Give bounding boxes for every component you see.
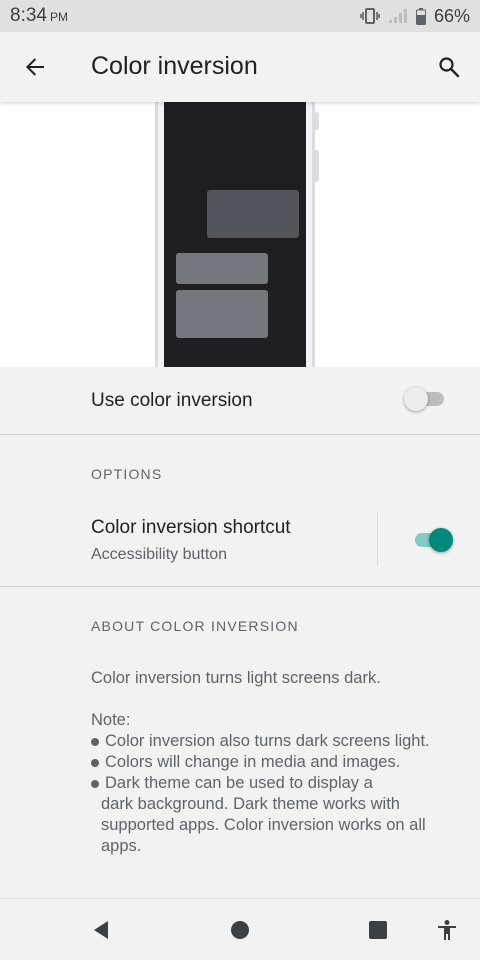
- color-inversion-shortcut-row[interactable]: Color inversion shortcut Accessibility b…: [0, 505, 480, 587]
- status-bar: 8:34 PM 66%: [0, 0, 480, 32]
- bullet-item: Dark theme can be used to display a: [91, 773, 471, 794]
- back-button[interactable]: [16, 48, 54, 86]
- options-header: OPTIONS: [91, 466, 163, 482]
- bullet-continuation-line: dark background. Dark theme works with: [101, 795, 400, 813]
- battery-icon: [415, 7, 426, 25]
- placeholder-block: [207, 190, 299, 238]
- bullet-continuation-line: supported apps. Color inversion works on…: [101, 816, 426, 834]
- about-header: ABOUT COLOR INVERSION: [91, 618, 299, 634]
- about-bullets: Color inversion also turns dark screens …: [91, 731, 471, 794]
- battery-percent: 66%: [433, 5, 470, 26]
- shortcut-title: Color inversion shortcut: [91, 517, 291, 538]
- phone-side-button: [313, 150, 319, 182]
- arrow-back-icon: [26, 58, 44, 76]
- search-button[interactable]: [430, 48, 468, 86]
- status-icons: 66%: [360, 5, 470, 27]
- vibrate-icon: [360, 8, 380, 24]
- divider: [377, 513, 378, 566]
- nav-home-button[interactable]: [225, 915, 255, 945]
- color-inversion-illustration: [0, 102, 480, 367]
- placeholder-block: [176, 290, 268, 338]
- nav-back-button[interactable]: [86, 915, 116, 945]
- bullet-item: Color inversion also turns dark screens …: [91, 731, 471, 752]
- home-icon: [231, 921, 249, 939]
- shortcut-switch[interactable]: [411, 525, 455, 555]
- signal-icon: [388, 9, 407, 23]
- use-color-inversion-switch[interactable]: [404, 384, 448, 414]
- status-time: 8:34 PM: [10, 5, 68, 26]
- use-color-inversion-label: Use color inversion: [91, 390, 253, 411]
- bullet-continuation: dark background. Dark theme works with s…: [101, 794, 426, 857]
- use-color-inversion-row[interactable]: Use color inversion: [0, 367, 480, 435]
- navigation-bar: [0, 898, 480, 960]
- bullet-continuation-line: apps.: [101, 837, 142, 855]
- nav-recents-button[interactable]: [363, 915, 393, 945]
- page-title: Color inversion: [91, 52, 258, 80]
- shortcut-subtitle: Accessibility button: [91, 546, 228, 563]
- about-intro: Color inversion turns light screens dark…: [91, 669, 381, 687]
- bullet-item: Colors will change in media and images.: [91, 752, 471, 773]
- accessibility-icon: [438, 920, 456, 940]
- app-bar: Color inversion: [0, 32, 480, 102]
- note-label: Note:: [91, 711, 131, 729]
- phone-illustration: [155, 102, 315, 367]
- recents-icon: [369, 921, 387, 939]
- back-icon: [94, 921, 108, 939]
- search-icon: [439, 57, 460, 78]
- placeholder-block: [176, 253, 268, 284]
- phone-screen: [164, 102, 306, 367]
- nav-accessibility-button[interactable]: [432, 915, 462, 945]
- phone-side-button: [313, 112, 319, 130]
